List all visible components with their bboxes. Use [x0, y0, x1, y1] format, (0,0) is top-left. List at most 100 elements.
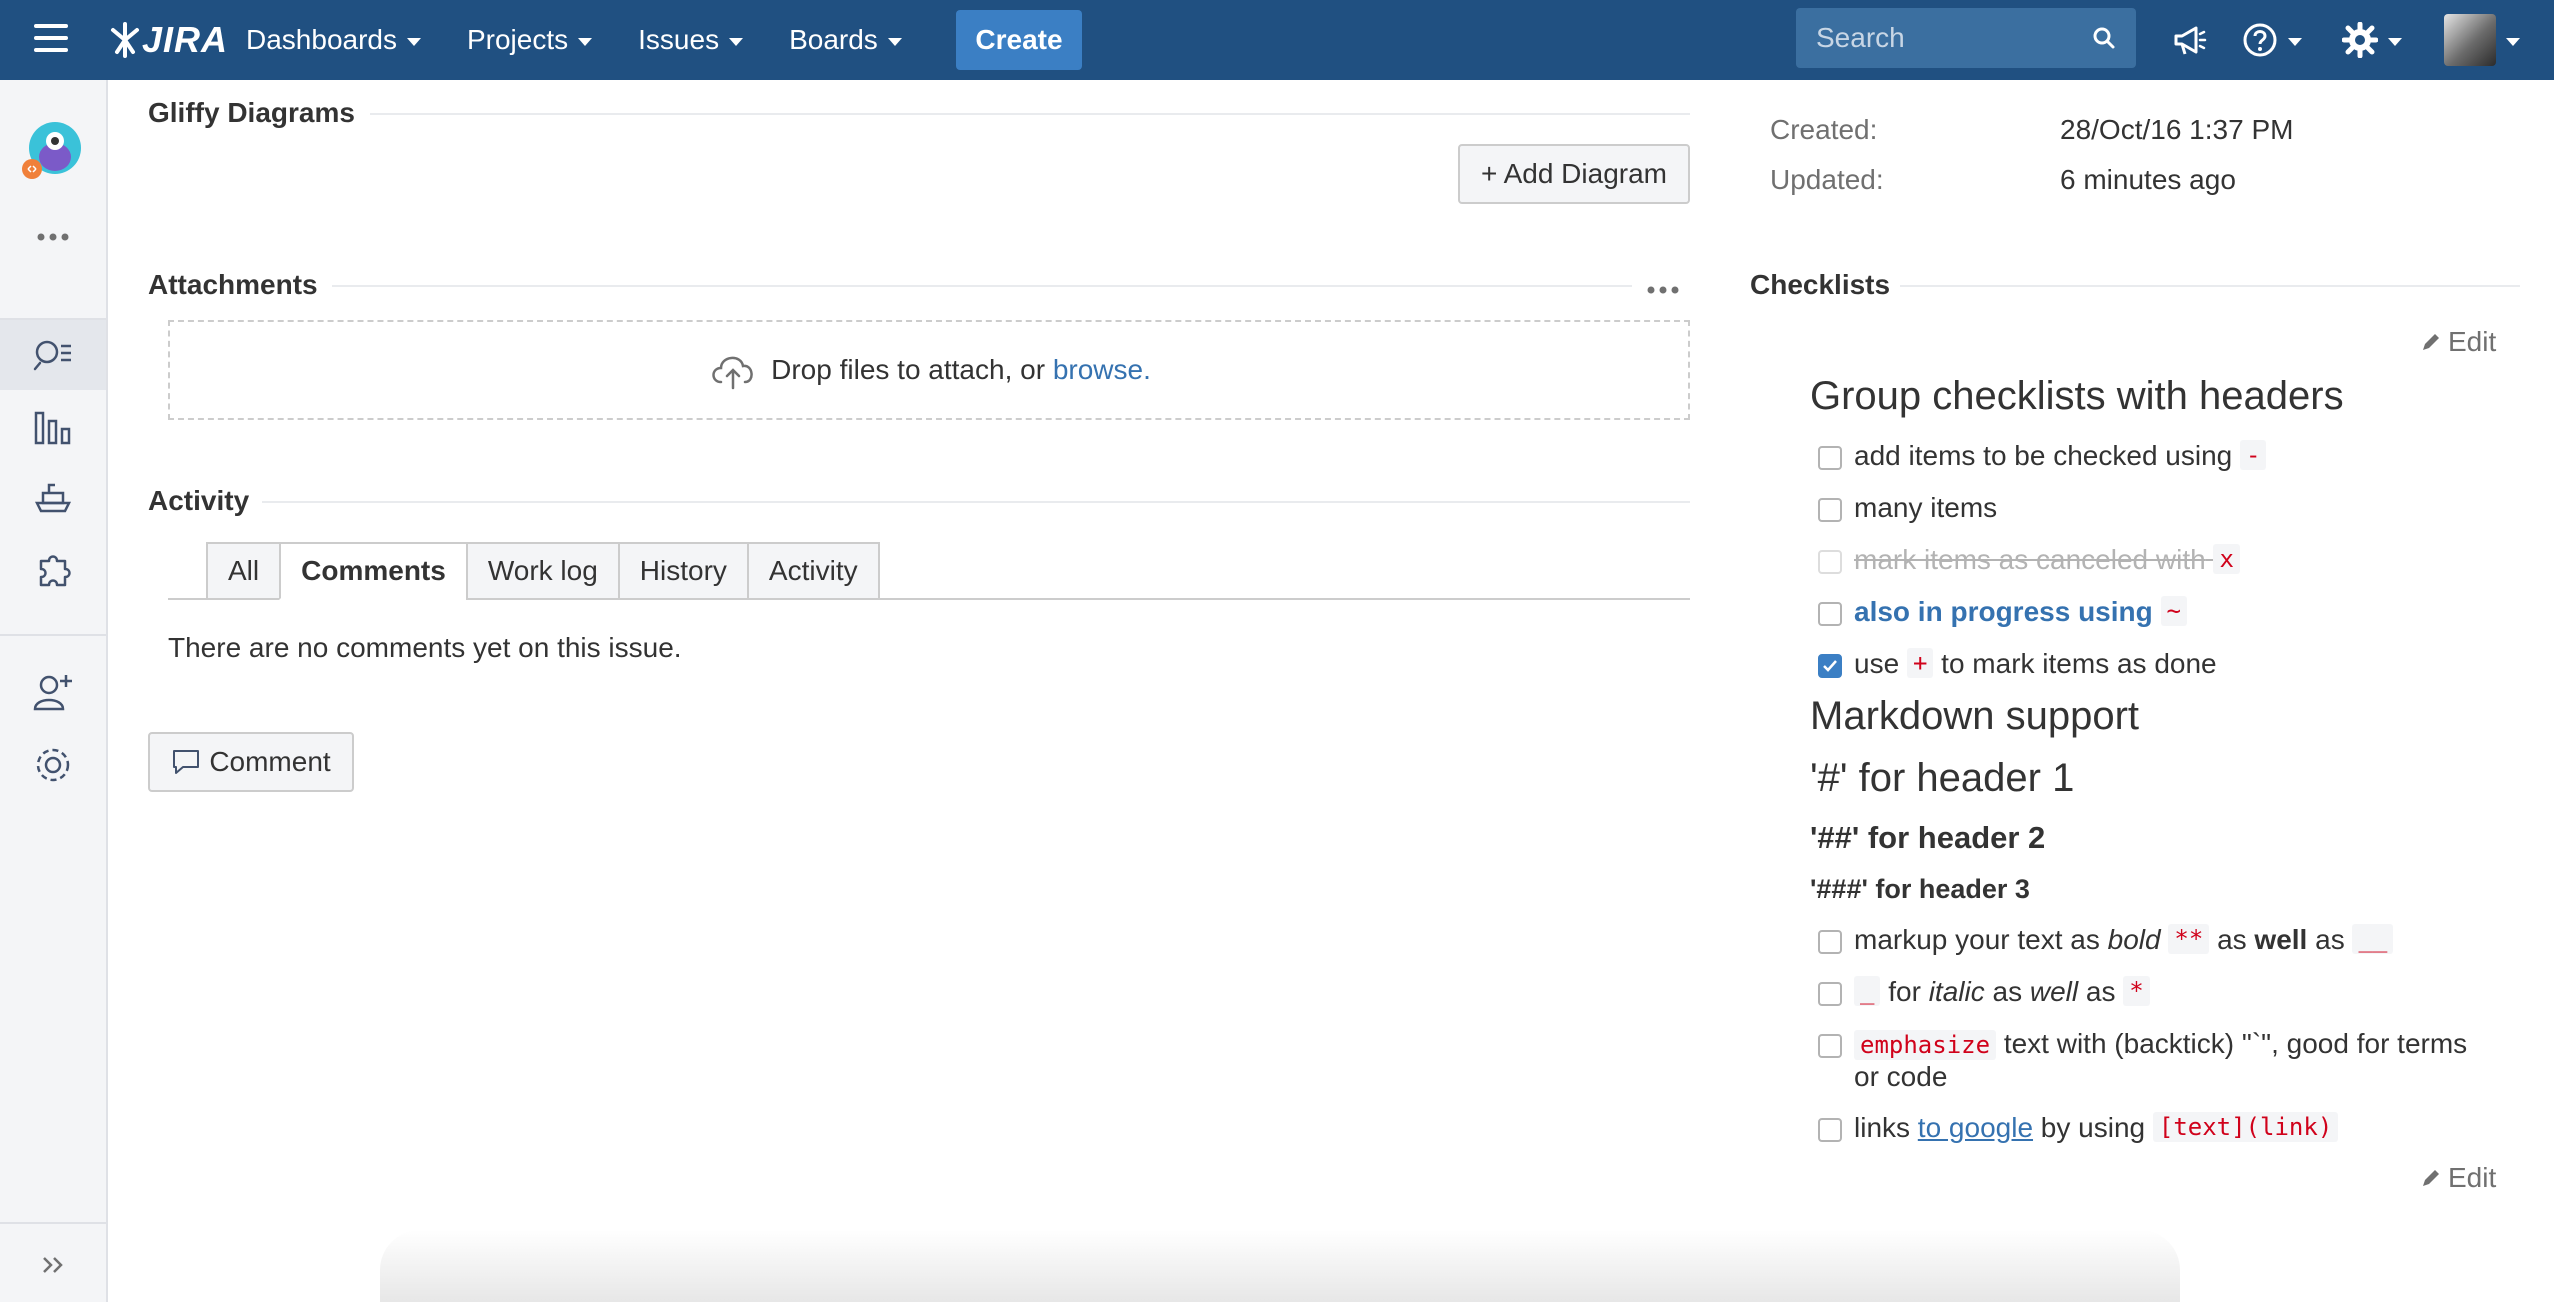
checklist-item: emphasize text with (backtick) "`", good… [1818, 1028, 2468, 1093]
menu-icon[interactable] [34, 24, 68, 54]
checklist-item: add items to be checked using - [1818, 440, 2267, 472]
search-placeholder: Search [1816, 22, 1905, 53]
search-input[interactable]: Search [1796, 8, 2136, 68]
tab-activity[interactable]: Activity [746, 542, 880, 600]
add-ons-icon[interactable] [0, 536, 106, 606]
tab-work-log[interactable]: Work log [465, 542, 620, 600]
tab-history[interactable]: History [617, 542, 749, 600]
chevron-down-icon [2288, 37, 2302, 46]
checklist-checkbox[interactable] [1818, 498, 1842, 522]
chevron-down-icon [578, 37, 593, 46]
item-text: as [2085, 976, 2116, 1007]
code-snippet: ~ [2160, 596, 2187, 626]
nav-projects[interactable]: Projects [466, 24, 593, 56]
edit-label: Edit [2448, 1162, 2497, 1193]
checklist-checkbox[interactable] [1818, 446, 1842, 470]
checklists-section-title: Checklists [1750, 269, 1891, 300]
avatar [2444, 14, 2496, 66]
checklist-header-group: Group checklists with headers [1810, 374, 2344, 418]
sidebar-divider [0, 1222, 106, 1224]
logo-text: JIRA [142, 19, 229, 60]
item-text: by using [2040, 1112, 2146, 1143]
chevron-down-icon [729, 37, 744, 46]
comment-button-label: Comment [209, 746, 331, 777]
checklist-item: markup your text as bold ** as well as _… [1818, 924, 2394, 956]
checklist-checkbox[interactable] [1818, 1118, 1842, 1142]
updated-label: Updated: [1770, 164, 1884, 195]
checkmark-icon [1823, 660, 1837, 672]
project-sidebar [0, 80, 108, 1302]
jira-logo[interactable]: JIRA [108, 14, 228, 66]
item-text: markup your text as [1854, 924, 2100, 955]
checklist-checkbox-checked[interactable] [1818, 654, 1842, 678]
user-avatar[interactable] [2444, 14, 2520, 66]
search-issues-icon[interactable] [0, 320, 106, 390]
project-avatar[interactable] [0, 102, 106, 202]
bottom-shadow [380, 1230, 2180, 1302]
checklist-checkbox[interactable] [1818, 602, 1842, 626]
item-text-bold: well [2254, 924, 2308, 955]
nav-issues[interactable]: Issues [638, 24, 744, 56]
item-text: as [2217, 924, 2247, 955]
edit-label: Edit [2448, 326, 2497, 357]
pencil-icon [2423, 334, 2439, 350]
item-text: links [1854, 1112, 1911, 1143]
browse-link[interactable]: browse. [1053, 354, 1151, 386]
edit-checklist-link[interactable]: Edit [2420, 326, 2496, 358]
code-snippet: __ [2352, 924, 2394, 954]
settings-icon[interactable] [2342, 16, 2402, 64]
created-label: Created: [1770, 114, 1878, 145]
code-snippet: _ [1854, 976, 1881, 1006]
code-snippet: x [2213, 544, 2240, 574]
tab-all[interactable]: All [206, 542, 282, 600]
drop-files-text: Drop files to attach, or [771, 354, 1046, 385]
item-text-italic: bold [2107, 924, 2161, 955]
section-divider [332, 285, 1632, 287]
megaphone-icon[interactable] [2172, 16, 2208, 64]
checklist-checkbox[interactable] [1818, 930, 1842, 954]
created-value: 28/Oct/16 1:37 PM [2060, 114, 2294, 145]
item-text: mark items as canceled with [1854, 544, 2206, 575]
project-settings-icon[interactable] [0, 730, 106, 800]
attachments-more-icon[interactable] [1646, 276, 1680, 309]
checklist-item: links to google by using [text](link) [1818, 1112, 2339, 1144]
checklist-header-1: '#' for header 1 [1810, 756, 2075, 800]
item-text: for [1888, 976, 1921, 1007]
nav-label: Dashboards [246, 24, 397, 55]
expand-sidebar-icon[interactable] [0, 1230, 106, 1300]
cloud-upload-icon [712, 356, 753, 390]
checklist-checkbox[interactable] [1818, 1034, 1842, 1058]
nav-dashboards[interactable]: Dashboards [246, 24, 421, 56]
code-snippet: - [2240, 440, 2267, 470]
attachment-dropzone[interactable]: Drop files to attach, or browse. [168, 320, 1690, 420]
checklist-checkbox[interactable] [1818, 982, 1842, 1006]
item-text: add items to be checked using [1854, 440, 2233, 471]
section-divider [1900, 285, 2520, 287]
help-icon[interactable] [2242, 16, 2302, 64]
activity-section-title: Activity [148, 485, 250, 516]
google-link[interactable]: to google [1918, 1112, 2033, 1144]
add-diagram-button[interactable]: + Add Diagram [1458, 144, 1690, 204]
main-nav: Dashboards Projects Issues Boards [246, 0, 948, 80]
nav-boards[interactable]: Boards [789, 24, 902, 56]
chevron-down-icon [406, 37, 421, 46]
add-people-icon[interactable] [0, 656, 106, 726]
activity-tabs: All Comments Work log History Activity [206, 542, 880, 600]
checklist-header-2: '##' for header 2 [1810, 820, 2046, 855]
checklist-checkbox[interactable] [1818, 550, 1842, 574]
atlassian-logo-icon [111, 22, 139, 58]
pencil-icon [2423, 1170, 2439, 1186]
reports-icon[interactable] [0, 392, 106, 462]
search-icon [2093, 27, 2115, 49]
edit-checklist-link-bottom[interactable]: Edit [2420, 1162, 2496, 1194]
comment-button[interactable]: Comment [148, 732, 354, 792]
tab-comments[interactable]: Comments [279, 542, 468, 600]
releases-icon[interactable] [0, 462, 106, 532]
checklist-item: _ for italic as well as * [1818, 976, 2150, 1008]
nav-label: Projects [466, 24, 569, 55]
checklist-item-in-progress: also in progress using ~ [1818, 596, 2187, 628]
create-button[interactable]: Create [956, 10, 1082, 70]
code-snippet: + [1906, 648, 1934, 678]
more-icon[interactable] [0, 202, 106, 272]
attachments-section-title: Attachments [148, 269, 318, 300]
